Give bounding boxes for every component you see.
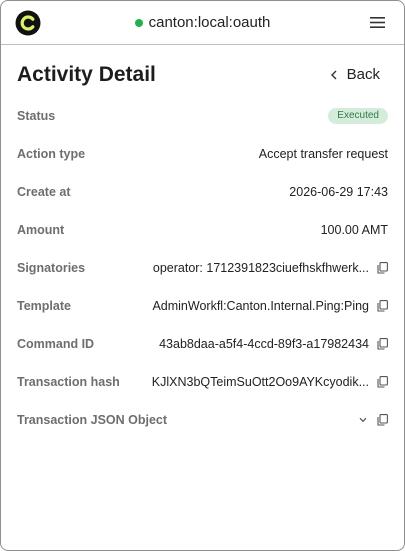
back-button[interactable]: Back — [330, 66, 380, 83]
transaction-json-label: Transaction JSON Object — [17, 413, 168, 427]
template-value-group: AdminWorkfl:Canton.Internal.Ping:Ping — [152, 299, 388, 313]
back-label: Back — [346, 66, 380, 83]
chevron-left-icon — [330, 70, 337, 79]
top-bar: canton:local:oauth — [1, 1, 404, 45]
copy-icon[interactable] — [377, 414, 388, 426]
amount-value: 100.00 AMT — [320, 223, 388, 237]
menu-icon[interactable] — [370, 16, 385, 29]
detail-list: Status Executed Action type Accept trans… — [17, 97, 388, 439]
status-badge: Executed — [328, 108, 388, 124]
detail-row-status: Status Executed — [17, 97, 388, 135]
create-at-value: 2026-06-29 17:43 — [289, 185, 388, 199]
network-name: canton:local:oauth — [148, 14, 271, 31]
transaction-hash-value-group: KJlXN3bQTeimSuOtt2Oo9AYKcyodik... — [152, 375, 388, 389]
status-label: Status — [17, 109, 56, 123]
transaction-json-actions — [359, 414, 388, 426]
detail-row-amount: Amount 100.00 AMT — [17, 211, 388, 249]
chevron-down-icon[interactable] — [359, 417, 367, 423]
wallet-window: canton:local:oauth Activity Detail Back … — [0, 0, 405, 551]
status-dot — [134, 18, 143, 27]
detail-row-transaction-json[interactable]: Transaction JSON Object — [17, 401, 388, 439]
template-label: Template — [17, 299, 71, 313]
copy-icon[interactable] — [377, 262, 388, 274]
command-id-label: Command ID — [17, 337, 95, 351]
detail-row-action-type: Action type Accept transfer request — [17, 135, 388, 173]
command-id-value: 43ab8daa-a5f4-4ccd-89f3-a17982434 — [159, 337, 369, 351]
create-at-label: Create at — [17, 185, 71, 199]
command-id-value-group: 43ab8daa-a5f4-4ccd-89f3-a17982434 — [159, 337, 388, 351]
detail-row-template: Template AdminWorkfl:Canton.Internal.Pin… — [17, 287, 388, 325]
transaction-hash-label: Transaction hash — [17, 375, 120, 389]
action-type-label: Action type — [17, 147, 86, 161]
copy-icon[interactable] — [377, 300, 388, 312]
copy-icon[interactable] — [377, 338, 388, 350]
detail-row-command-id: Command ID 43ab8daa-a5f4-4ccd-89f3-a1798… — [17, 325, 388, 363]
detail-row-create-at: Create at 2026-06-29 17:43 — [17, 173, 388, 211]
signatories-value-group: operator: 1712391823ciuefhskfhwerk... — [153, 261, 388, 275]
transaction-hash-value: KJlXN3bQTeimSuOtt2Oo9AYKcyodik... — [151, 375, 369, 389]
action-type-value: Accept transfer request — [258, 147, 388, 161]
page-title: Activity Detail — [17, 63, 156, 86]
template-value: AdminWorkfl:Canton.Internal.Ping:Ping — [152, 299, 369, 313]
network-indicator[interactable]: canton:local:oauth — [1, 14, 404, 31]
signatories-label: Signatories — [17, 261, 86, 275]
amount-label: Amount — [17, 223, 65, 237]
signatories-value: operator: 1712391823ciuefhskfhwerk... — [152, 261, 369, 275]
detail-row-signatories: Signatories operator: 1712391823ciuefhsk… — [17, 249, 388, 287]
detail-row-transaction-hash: Transaction hash KJlXN3bQTeimSuOtt2Oo9AY… — [17, 363, 388, 401]
copy-icon[interactable] — [377, 376, 388, 388]
